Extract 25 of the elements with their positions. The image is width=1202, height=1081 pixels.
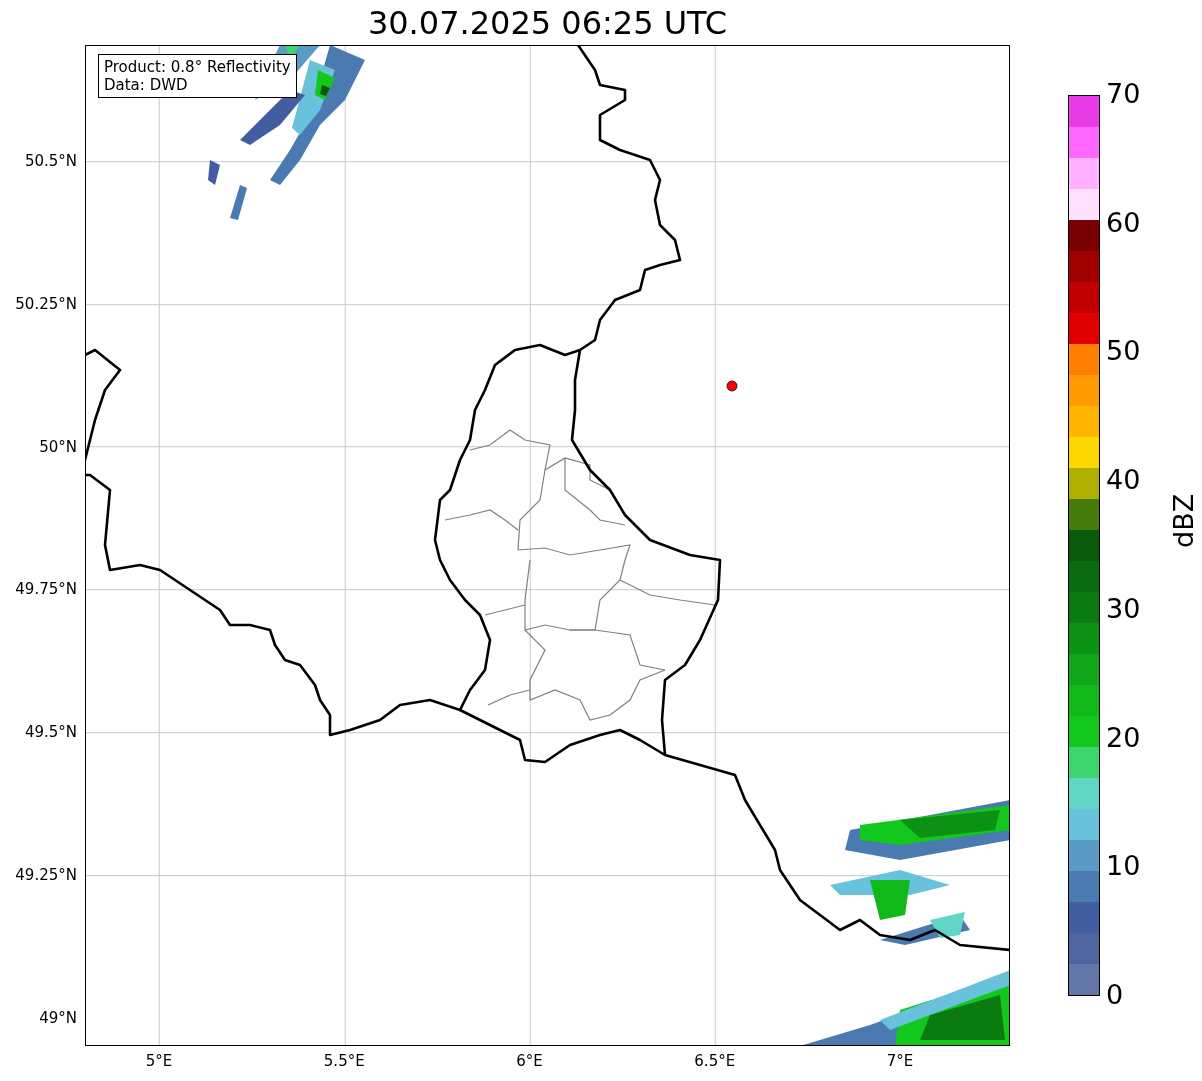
colorbar-tick-label: 10 [1106, 851, 1141, 882]
longitude-label: 5°E [145, 1052, 173, 1070]
chart-title: 30.07.2025 06:25 UTC [366, 3, 729, 44]
longitude-label: 5.5°E [323, 1052, 365, 1070]
colorbar-tick-label: 0 [1106, 980, 1124, 1010]
latitude-label: 49.75°N [15, 580, 77, 599]
longitude-label: 6°E [516, 1052, 543, 1070]
longitude-label: 6.5°E [694, 1052, 736, 1070]
latitude-label: 50.25°N [15, 294, 77, 313]
colorbar-tick-label: 30 [1106, 593, 1141, 624]
legend-text: Product: 0.8° Reflectivity [104, 58, 291, 76]
latitude-label: 49.5°N [24, 723, 77, 742]
longitude-label: 7°E [886, 1052, 914, 1070]
legend-text: Data: DWD [104, 76, 189, 94]
location-marker [726, 380, 738, 392]
latitude-label: 50.5°N [24, 152, 77, 170]
latitude-label: 49.25°N [15, 866, 77, 884]
colorbar-label: dBZ [1168, 493, 1199, 548]
colorbar-tick-label: 60 [1106, 207, 1141, 238]
latitude-label: 49°N [39, 1008, 77, 1027]
colorbar-tick-label: 40 [1106, 465, 1141, 496]
colorbar-tick-label: 70 [1106, 79, 1141, 109]
colorbar-tick-label: 20 [1106, 722, 1141, 753]
colorbar-tick-label: 50 [1106, 336, 1141, 367]
latitude-label: 50°N [39, 437, 77, 456]
